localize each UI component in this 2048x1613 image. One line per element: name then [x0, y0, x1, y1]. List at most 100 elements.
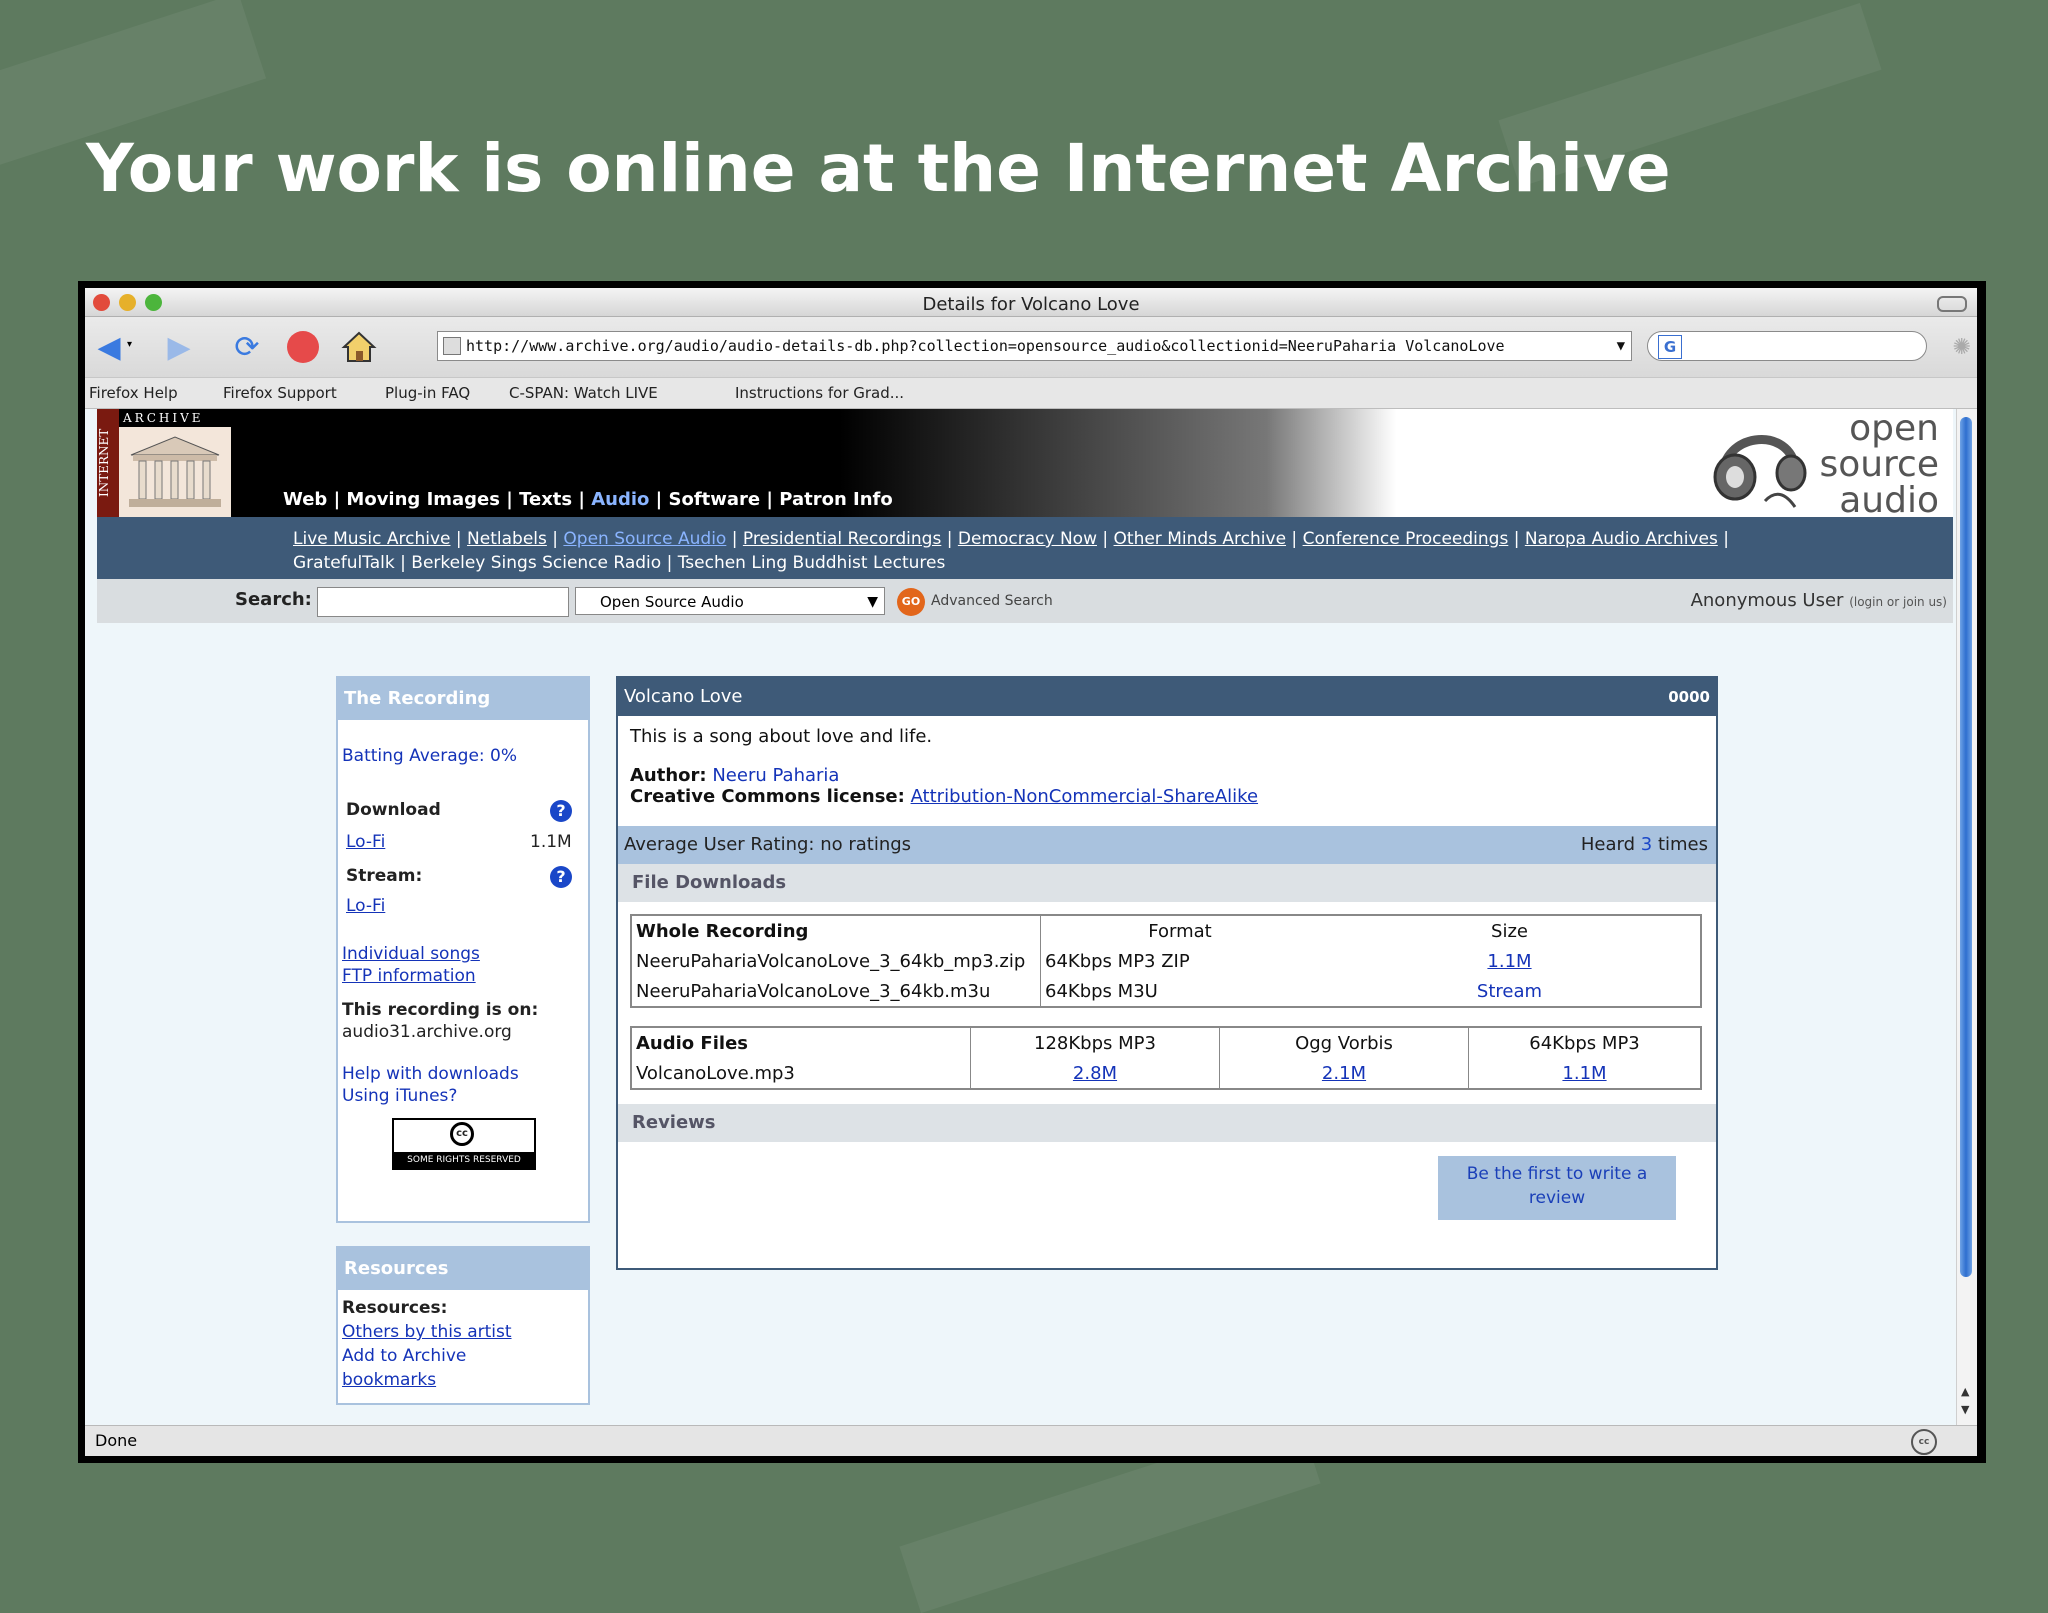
- write-review-button[interactable]: Be the first to write a review: [1438, 1156, 1676, 1220]
- main-nav: Web | Moving Images | Texts | Audio | So…: [283, 489, 893, 510]
- login-link[interactable]: (login or join us): [1849, 595, 1947, 609]
- stream-link[interactable]: Stream: [1319, 976, 1701, 1007]
- resources-label: Resources:: [342, 1298, 448, 1318]
- recording-on-label: This recording is on:: [342, 1000, 539, 1020]
- subnav-conference-proceedings[interactable]: Conference Proceedings: [1303, 529, 1509, 549]
- bookmark-item[interactable]: C-SPAN: Watch LIVE: [509, 384, 658, 402]
- internet-archive-logo[interactable]: INTERNET ARCHIVE: [97, 409, 231, 517]
- subnav-naropa[interactable]: Naropa Audio Archives: [1525, 529, 1718, 549]
- recording-host: audio31.archive.org: [342, 1022, 512, 1042]
- recording-details-panel: Volcano Love 0000 This is a song about l…: [616, 676, 1718, 1270]
- subnav-netlabels[interactable]: Netlabels: [467, 529, 547, 549]
- table-row: NeeruPahariaVolcanoLove_3_64kb.m3u 64Kbp…: [631, 976, 1701, 1007]
- subnav-other-minds[interactable]: Other Minds Archive: [1114, 529, 1287, 549]
- ftp-information-link[interactable]: FTP information: [342, 966, 476, 986]
- site-header: INTERNET ARCHIVE Web | Moving Images | T…: [97, 409, 1953, 519]
- author-link[interactable]: Neeru Paharia: [712, 765, 839, 786]
- mp3-128-link[interactable]: 2.8M: [970, 1058, 1220, 1089]
- creative-commons-badge[interactable]: cc SOME RIGHTS RESERVED: [392, 1118, 536, 1170]
- address-bar[interactable]: http://www.archive.org/audio/audio-detai…: [437, 331, 1632, 361]
- rating-bar: Average User Rating: no ratings Heard 3 …: [618, 826, 1716, 864]
- logo-top-text: ARCHIVE: [119, 409, 231, 427]
- help-question-icon[interactable]: ?: [550, 866, 572, 888]
- back-arrow-icon[interactable]: ◀: [91, 329, 127, 365]
- heard-prefix: Heard: [1580, 834, 1636, 855]
- temple-icon: [129, 436, 221, 507]
- license-label: Creative Commons license:: [630, 786, 905, 807]
- file-format: 64Kbps M3U: [1045, 980, 1158, 1002]
- cc-logo-icon: cc: [450, 1122, 474, 1146]
- table-header: 64Kbps MP3: [1529, 1032, 1640, 1054]
- subnav-berkeley[interactable]: Berkeley Sings Science Radio: [411, 553, 661, 573]
- table-header: Ogg Vorbis: [1219, 1027, 1469, 1058]
- scroll-up-arrow-icon[interactable]: ▲: [1961, 1385, 1969, 1398]
- search-input[interactable]: [317, 587, 569, 617]
- whole-recording-table: Whole Recording Format Size NeeruPaharia…: [630, 914, 1702, 1008]
- audio-files-table: Audio Files 128Kbps MP3 Ogg Vorbis 64Kbp…: [630, 1026, 1702, 1090]
- average-rating: Average User Rating: no ratings: [624, 834, 912, 855]
- stream-lofi-link[interactable]: Lo-Fi: [346, 896, 385, 916]
- subnav-live-music-archive[interactable]: Live Music Archive: [293, 529, 451, 549]
- toolbar-toggle-button[interactable]: [1937, 296, 1967, 312]
- subnav-gratefultalk[interactable]: GratefulTalk: [293, 553, 395, 573]
- google-icon[interactable]: G: [1658, 335, 1682, 359]
- resources-panel-header: Resources: [338, 1248, 588, 1290]
- recording-title: Volcano Love: [624, 686, 743, 707]
- open-source-audio-logo[interactable]: open source audio: [1705, 411, 1945, 519]
- osa-line-2: source: [1819, 444, 1939, 485]
- stop-icon[interactable]: [285, 329, 321, 365]
- bookmark-item[interactable]: Firefox Help: [89, 384, 178, 402]
- individual-songs-link[interactable]: Individual songs: [342, 944, 480, 964]
- help-question-icon[interactable]: ?: [550, 800, 572, 822]
- file-size-link[interactable]: 1.1M: [1319, 946, 1701, 976]
- scrollbar-thumb[interactable]: [1960, 417, 1972, 1277]
- nav-patron-info[interactable]: Patron Info: [779, 489, 893, 510]
- recording-panel-header: The Recording: [338, 678, 588, 720]
- collection-select[interactable]: Open Source Audio ▼: [575, 587, 885, 615]
- recording-title-bar: Volcano Love 0000: [618, 678, 1716, 716]
- search-engine-box[interactable]: G: [1647, 331, 1927, 361]
- help-downloads-link[interactable]: Help with downloads: [342, 1064, 519, 1084]
- resources-panel: Resources Resources: Others by this arti…: [336, 1246, 590, 1405]
- mp3-64-link[interactable]: 1.1M: [1469, 1058, 1702, 1089]
- download-lofi-size: 1.1M: [530, 832, 572, 852]
- address-dropdown-icon[interactable]: ▼: [1617, 332, 1625, 360]
- reload-icon[interactable]: ⟳: [229, 329, 265, 365]
- back-history-dropdown-icon[interactable]: ▾: [127, 339, 132, 350]
- using-itunes-link[interactable]: Using iTunes?: [342, 1086, 457, 1106]
- bookmark-item[interactable]: Plug-in FAQ: [385, 384, 470, 402]
- search-bar: Search: Open Source Audio ▼ GO Advanced …: [97, 579, 1953, 623]
- subnav-tsechen-ling[interactable]: Tsechen Ling Buddhist Lectures: [678, 553, 946, 573]
- ogg-vorbis-link[interactable]: 2.1M: [1219, 1058, 1469, 1089]
- file-name: VolcanoLove.mp3: [631, 1058, 971, 1089]
- bookmark-item[interactable]: Instructions for Grad...: [735, 384, 904, 402]
- scroll-down-arrow-icon[interactable]: ▼: [1961, 1403, 1969, 1416]
- nav-software[interactable]: Software: [669, 489, 761, 510]
- user-status: Anonymous User (login or join us): [1691, 590, 1947, 611]
- cc-status-icon[interactable]: cc: [1911, 1429, 1937, 1455]
- others-by-artist-link[interactable]: Others by this artist: [342, 1320, 584, 1344]
- file-name: NeeruPahariaVolcanoLove_3_64kb.m3u: [631, 976, 1041, 1007]
- nav-audio[interactable]: Audio: [591, 489, 649, 510]
- table-row: VolcanoLove.mp3 2.8M 2.1M 1.1M: [631, 1058, 1701, 1089]
- nav-texts[interactable]: Texts: [519, 489, 572, 510]
- advanced-search-link[interactable]: Advanced Search: [931, 593, 1053, 609]
- add-to-archive-link[interactable]: Add to Archive: [342, 1344, 584, 1368]
- subnav-open-source-audio[interactable]: Open Source Audio: [563, 529, 726, 549]
- vertical-scrollbar[interactable]: ▲ ▼: [1956, 409, 1977, 1426]
- license-link[interactable]: Attribution-NonCommercial-ShareAlike: [911, 786, 1258, 807]
- go-button[interactable]: GO: [897, 588, 925, 616]
- subnav-presidential-recordings[interactable]: Presidential Recordings: [743, 529, 941, 549]
- download-lofi-link[interactable]: Lo-Fi: [346, 832, 385, 852]
- table-header: Size: [1491, 920, 1528, 942]
- bookmarks-link[interactable]: bookmarks: [342, 1368, 584, 1392]
- home-icon[interactable]: [341, 329, 377, 365]
- forward-arrow-icon[interactable]: ▶: [161, 329, 197, 365]
- address-bar-url: http://www.archive.org/audio/audio-detai…: [466, 337, 1505, 355]
- nav-web[interactable]: Web: [283, 489, 327, 510]
- recording-panel: The Recording Batting Average: 0% Downlo…: [336, 676, 590, 1223]
- collection-subnav: Live Music Archive | Netlabels | Open So…: [97, 517, 1953, 579]
- nav-moving-images[interactable]: Moving Images: [346, 489, 500, 510]
- subnav-democracy-now[interactable]: Democracy Now: [958, 529, 1097, 549]
- bookmark-item[interactable]: Firefox Support: [223, 384, 337, 402]
